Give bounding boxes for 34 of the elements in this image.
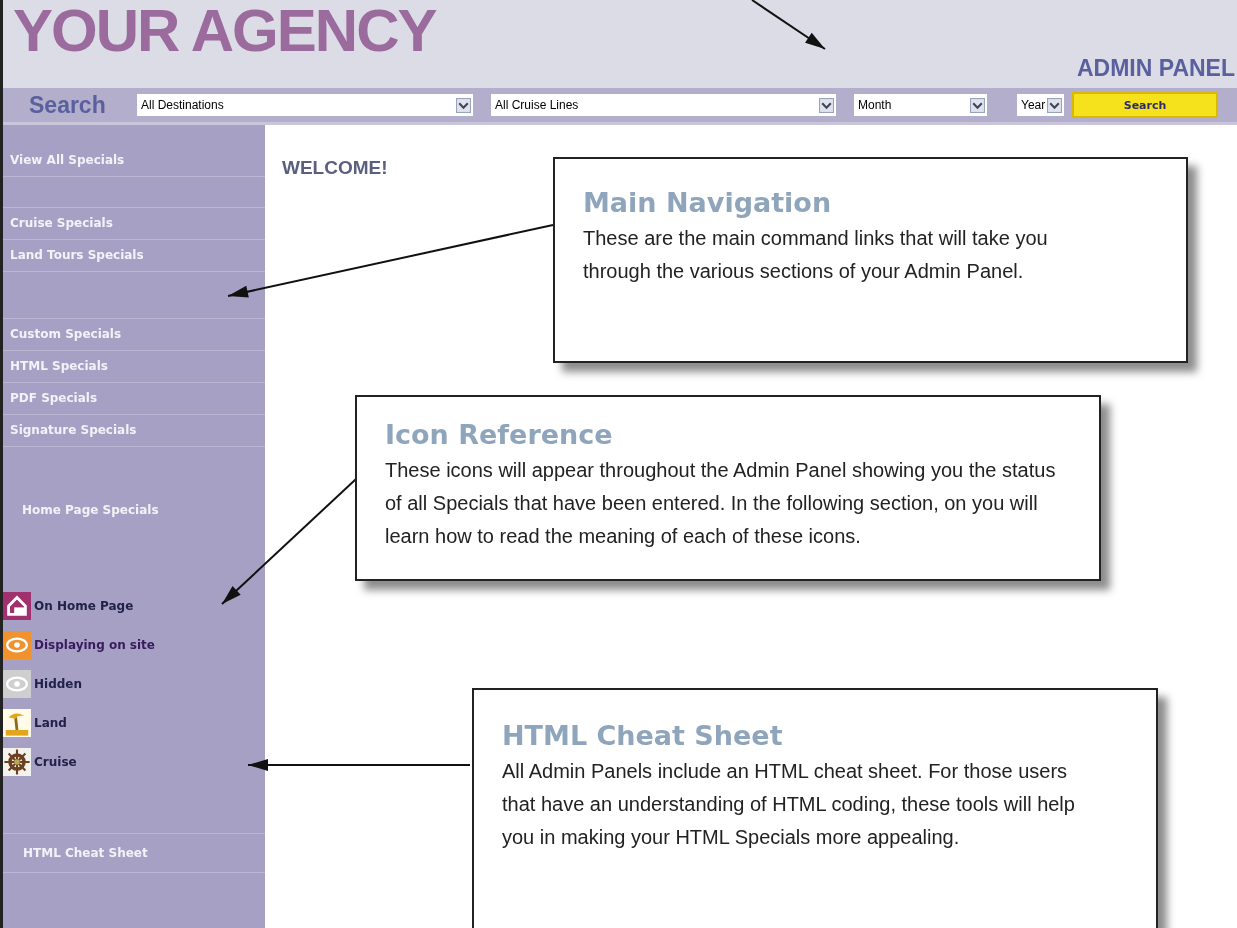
eye-icon	[3, 670, 31, 698]
legend-label: Cruise	[34, 755, 77, 769]
palm-tree-icon	[3, 709, 31, 737]
callout-title: Icon Reference	[385, 419, 614, 450]
panel-label: ADMIN PANEL	[1077, 55, 1235, 82]
callout-text: All Admin Panels include an HTML cheat sheet. For those users that have an understanding of HTML coding, these tools will help you in making your HTML Specials more appealing.	[502, 759, 1076, 850]
legend-label: On Home Page	[34, 599, 134, 613]
logo: YOUR AGENCY	[13, 1, 436, 61]
legend-label: Land	[34, 716, 67, 730]
welcome-heading: WELCOME!	[282, 157, 388, 178]
callout-text: These icons will appear throughout the Admin Panel showing you the status of all Specials that have been entered. In the following section, on you will learn how to read the meaning of each of these icons.	[385, 458, 1057, 549]
search-button[interactable]: Search	[1072, 92, 1218, 118]
sidebar-link[interactable]: HTML Cheat Sheet	[3, 834, 265, 873]
sidebar-link[interactable]: HTML Specials	[3, 351, 265, 383]
sidebar-link[interactable]: Signature Specials	[3, 415, 265, 447]
sidebar-link[interactable]: Land Tours Specials	[3, 240, 265, 272]
dropdown[interactable]: Year	[1017, 94, 1064, 116]
ship-wheel-icon	[3, 748, 31, 776]
sidebar-link[interactable]: View All Specials	[3, 145, 265, 177]
sidebar-heading[interactable]: Home Page Specials	[22, 503, 159, 517]
sidebar-link[interactable]: PDF Specials	[3, 383, 265, 415]
house-page-icon	[3, 592, 31, 620]
legend-label: Displaying on site	[34, 638, 155, 652]
legend-label: Hidden	[34, 677, 83, 691]
sidebar-link[interactable]: Cruise Specials	[3, 208, 265, 240]
sidebar-link[interactable]: Custom Specials	[3, 319, 265, 351]
callout-text: These are the main command links that will take you through the various sections of your Admin Panel.	[583, 226, 1049, 284]
callout-title: Main Navigation	[583, 187, 833, 218]
callout-title: HTML Cheat Sheet	[502, 720, 784, 751]
dropdown[interactable]: All Destinations	[137, 94, 473, 116]
eye-icon	[3, 631, 31, 659]
search-label: Search	[29, 91, 107, 119]
dropdown[interactable]: All Cruise Lines	[491, 94, 836, 116]
dropdown[interactable]: Month	[854, 94, 987, 116]
